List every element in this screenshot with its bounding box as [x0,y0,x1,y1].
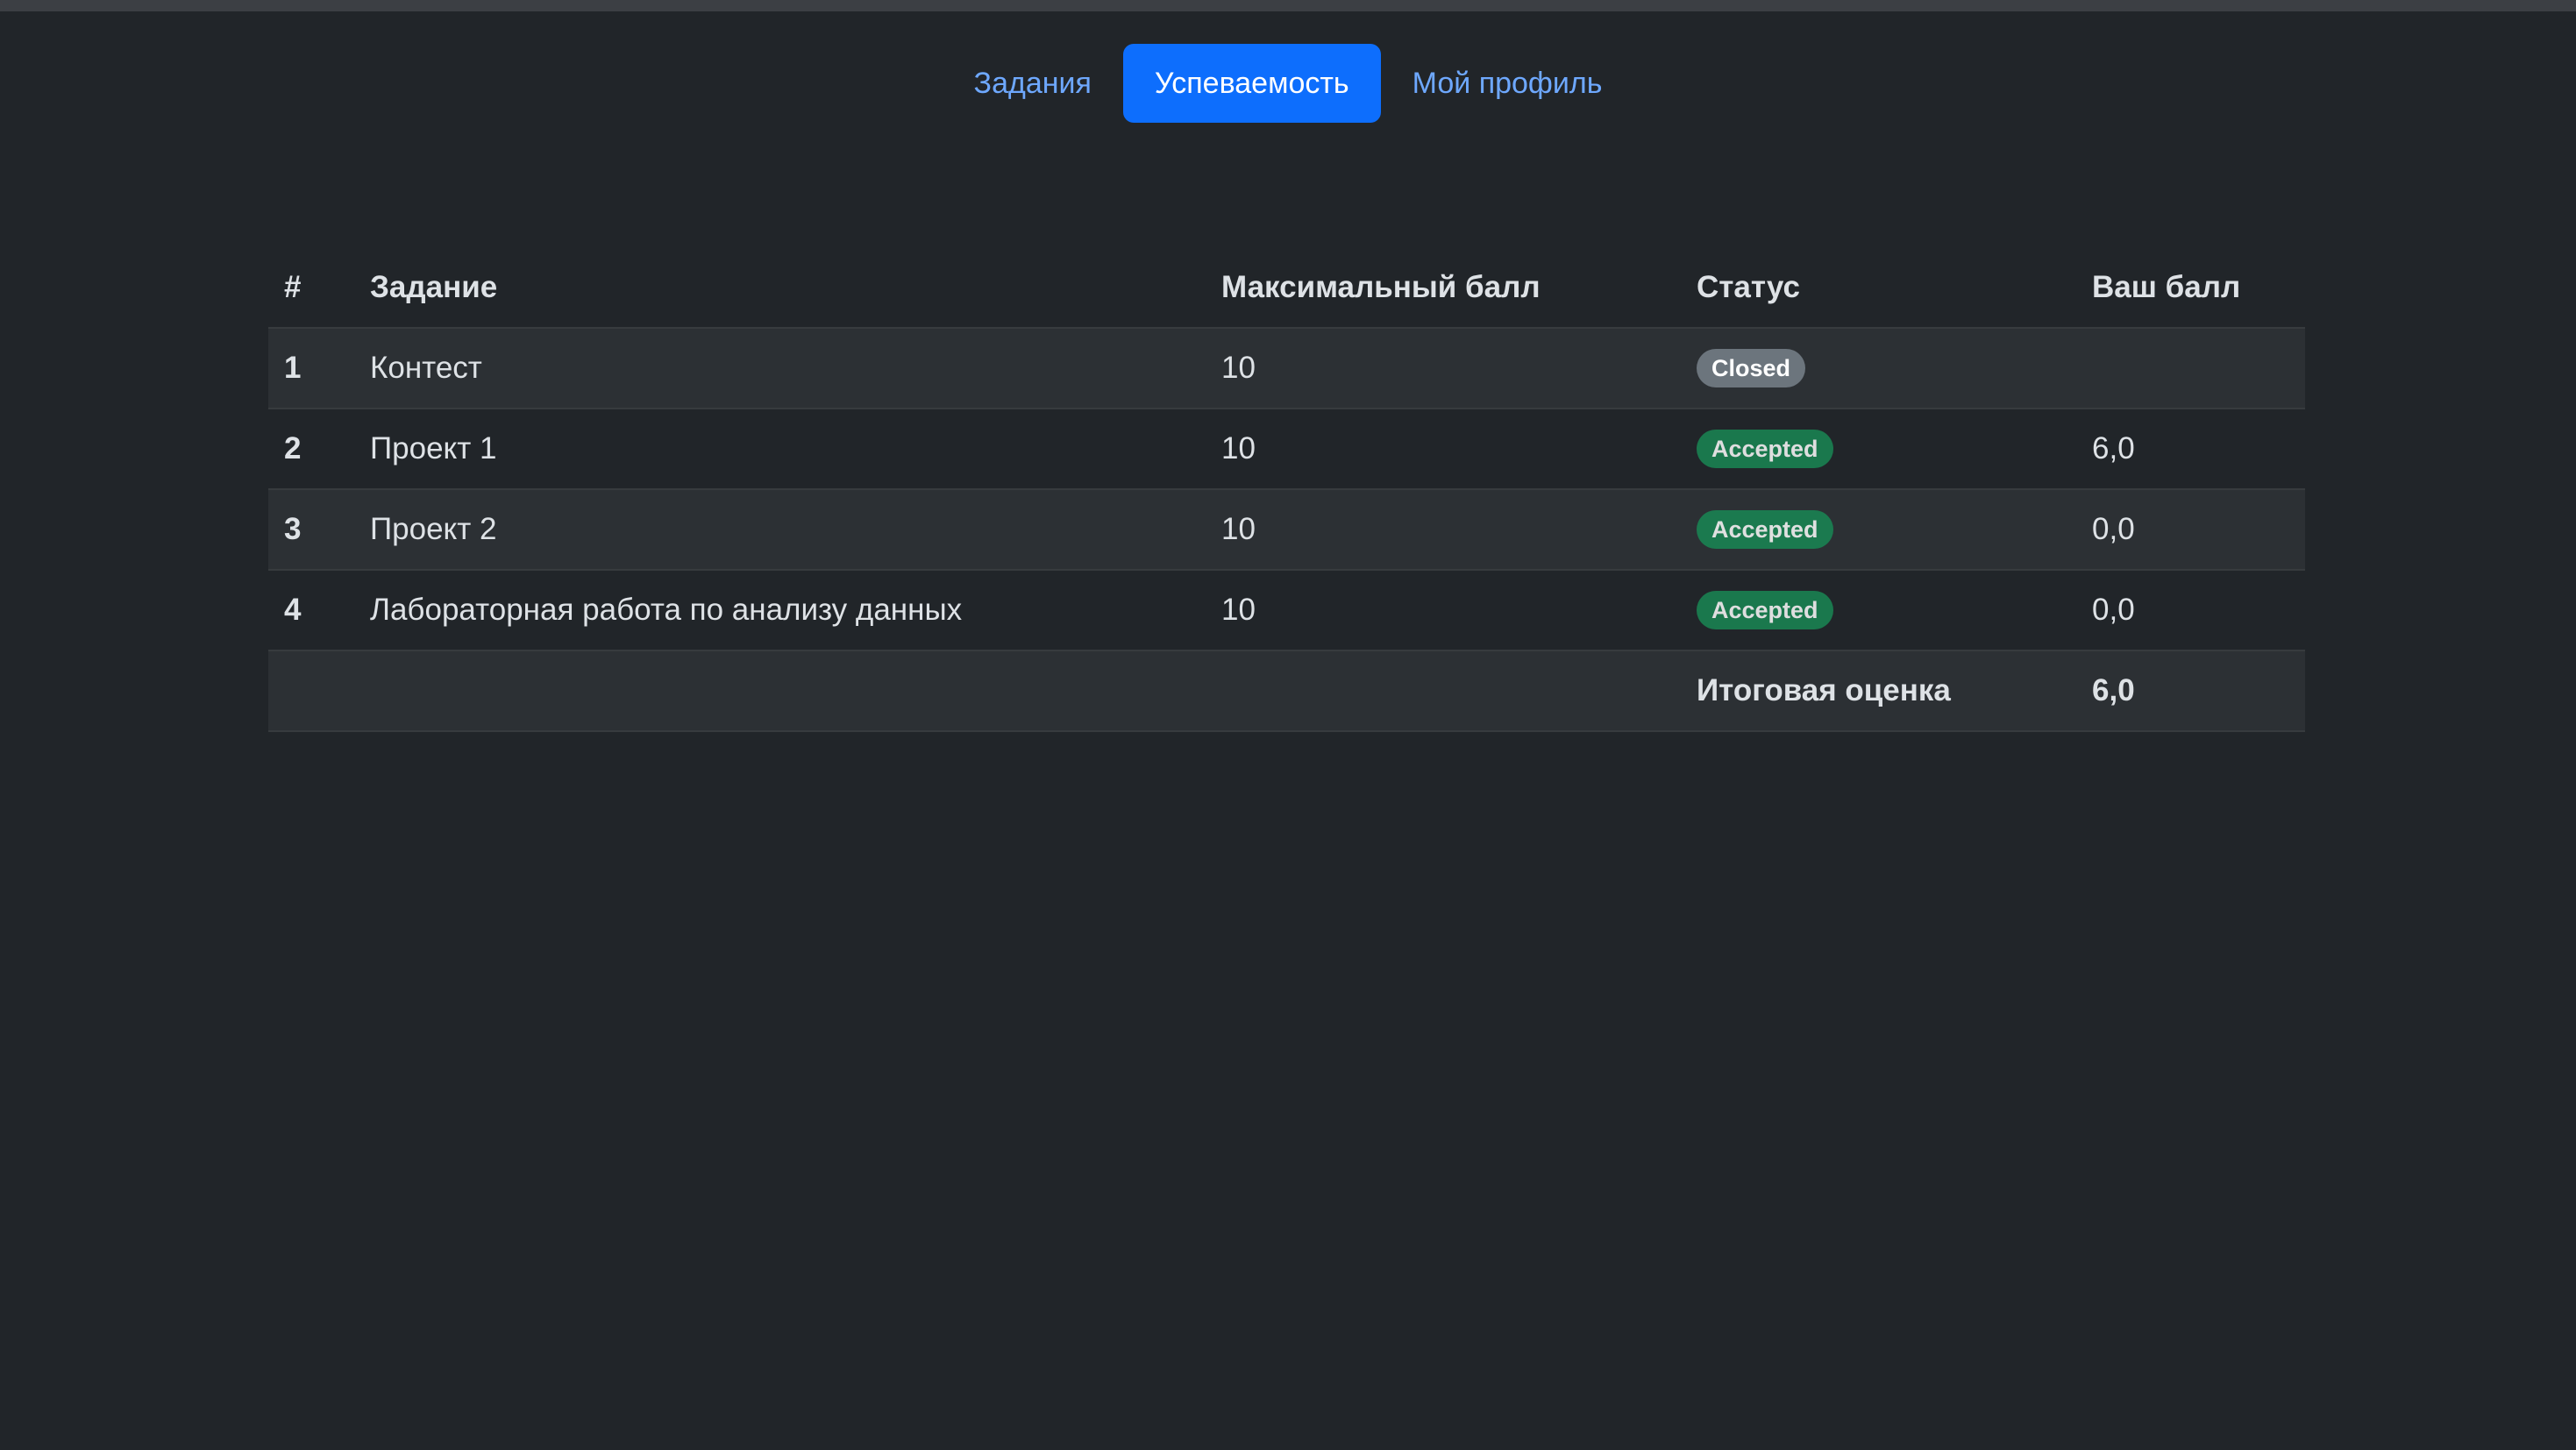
table-header-row: # Задание Максимальный балл Статус Ваш б… [268,248,2305,329]
row-max-score: 10 [1206,489,1681,571]
row-task: Проект 1 [354,409,1206,490]
row-your-score: 0,0 [2076,570,2305,651]
status-badge: Accepted [1697,510,1833,549]
header-num: # [268,248,354,329]
row-max-score: 10 [1206,409,1681,490]
nav-tab-progress[interactable]: Успеваемость [1122,44,1381,123]
row-num: 2 [268,409,354,490]
status-badge: Accepted [1697,591,1833,629]
header-task: Задание [354,248,1206,329]
total-row: Итоговая оценка 6,0 [268,650,2305,732]
total-empty-cell [354,650,1206,732]
browser-bookmarks-strip [0,0,2576,11]
row-your-score: 0,0 [2076,489,2305,571]
row-max-score: 10 [1206,328,1681,409]
header-your-score: Ваш балл [2076,248,2305,329]
grades-table-container: # Задание Максимальный балл Статус Ваш б… [268,248,2305,732]
row-status: Accepted [1681,409,2076,490]
header-max-score: Максимальный балл [1206,248,1681,329]
row-task: Лабораторная работа по анализу данных [354,570,1206,651]
row-max-score: 10 [1206,570,1681,651]
table-row: 2 Проект 1 10 Accepted 6,0 [268,409,2305,490]
main-nav: Задания Успеваемость Мой профиль [0,44,2576,123]
status-badge: Accepted [1697,430,1833,468]
status-badge: Closed [1697,349,1806,387]
row-status: Accepted [1681,489,2076,571]
row-your-score: 6,0 [2076,409,2305,490]
grades-table: # Задание Максимальный балл Статус Ваш б… [268,248,2305,732]
header-status: Статус [1681,248,2076,329]
row-task: Проект 2 [354,489,1206,571]
table-row: 3 Проект 2 10 Accepted 0,0 [268,489,2305,571]
row-status: Closed [1681,328,2076,409]
nav-tab-tasks[interactable]: Задания [943,44,1123,123]
row-num: 4 [268,570,354,651]
nav-tab-profile[interactable]: Мой профиль [1381,44,1634,123]
total-empty-cell [268,650,354,732]
row-your-score [2076,328,2305,409]
total-label: Итоговая оценка [1681,650,2076,732]
row-num: 1 [268,328,354,409]
table-row: 1 Контест 10 Closed [268,328,2305,409]
total-value: 6,0 [2076,650,2305,732]
table-row: 4 Лабораторная работа по анализу данных … [268,570,2305,651]
row-num: 3 [268,489,354,571]
row-status: Accepted [1681,570,2076,651]
total-empty-cell [1206,650,1681,732]
row-task: Контест [354,328,1206,409]
